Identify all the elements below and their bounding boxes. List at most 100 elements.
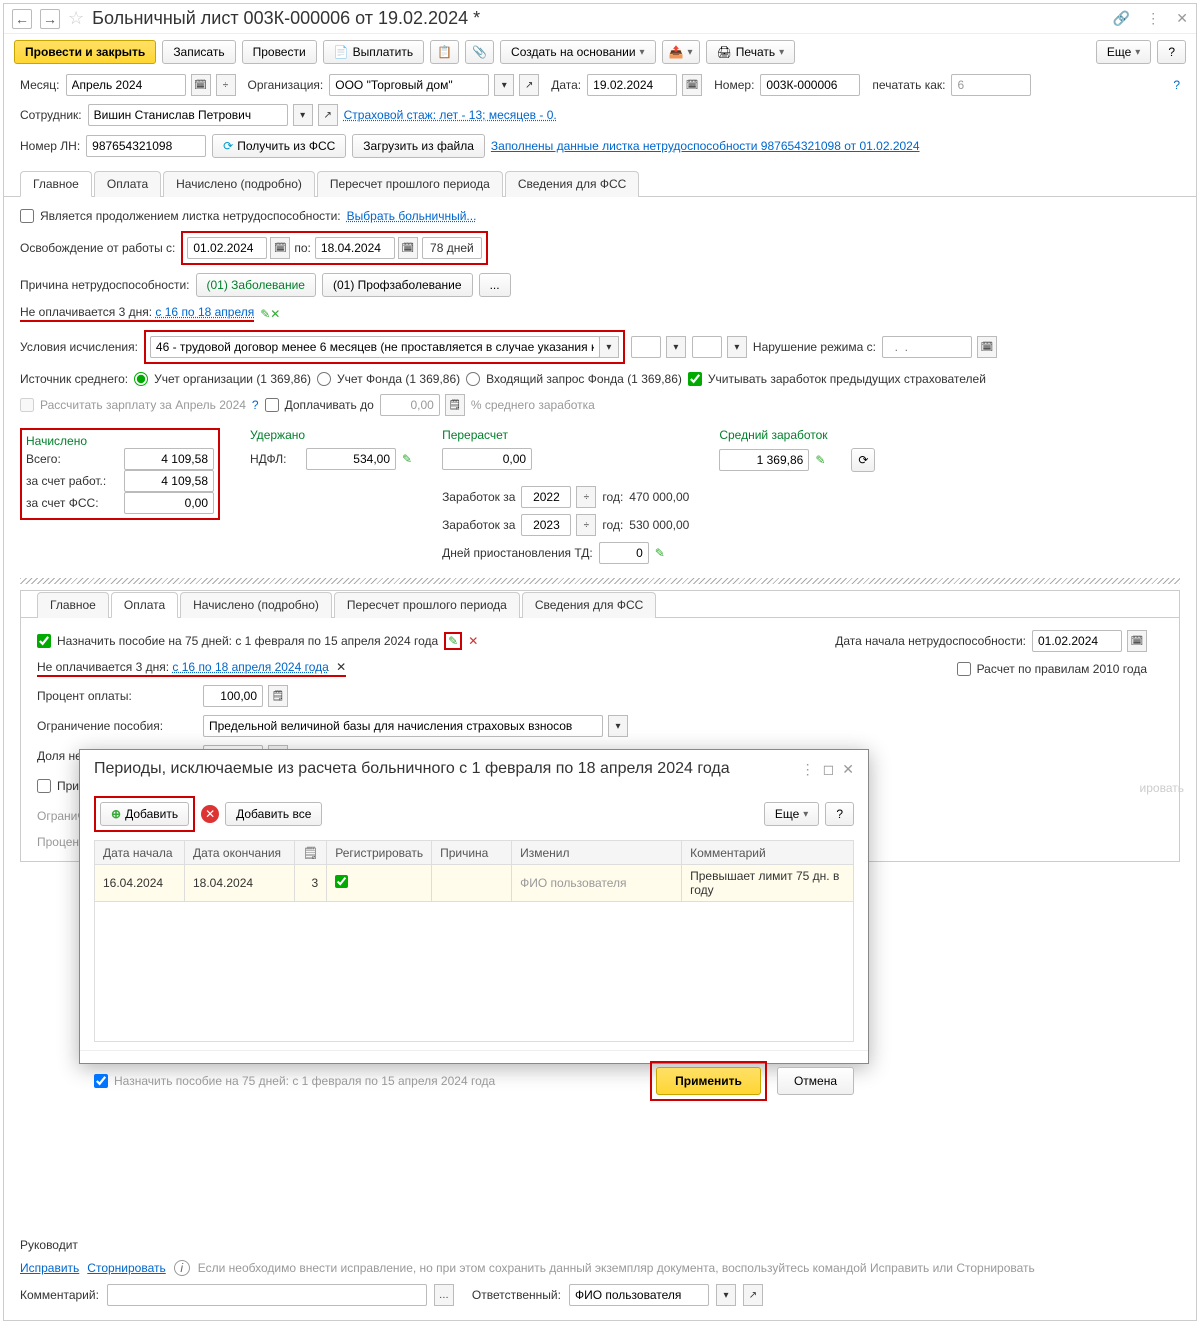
get-fss-button[interactable]: ⟳Получить из ФСС [212,134,346,158]
insurance-link[interactable]: Страховой стаж: лет - 13; месяцев - 0. [344,108,557,122]
not-paid-link[interactable]: с 16 по 18 апреля [155,305,254,319]
link-icon[interactable]: 🔗 [1113,10,1130,27]
post-button[interactable]: Провести [242,40,317,64]
cell-end[interactable]: 18.04.2024 [185,865,295,902]
fss-value[interactable] [124,492,214,514]
select-sick-link[interactable]: Выбрать больничный... [347,209,477,223]
month-input[interactable] [66,74,186,96]
pct-input[interactable] [203,685,263,707]
cell-days[interactable]: 3 [295,865,327,902]
save-button[interactable]: Записать [162,40,235,64]
employer-value[interactable] [124,470,214,492]
table-row[interactable]: 16.04.2024 18.04.2024 3 ФИО пользователя… [95,865,854,902]
start-calendar-icon[interactable]: 🗓 [1127,630,1147,652]
topup-calc-icon[interactable]: 🗒 [445,394,465,416]
show-icon[interactable]: 📋 [430,40,459,64]
org-open-icon[interactable]: ↗ [519,74,539,96]
assign-clear-icon[interactable]: ✕ [468,634,478,648]
tab2-main[interactable]: Главное [37,592,109,618]
rules2010-chk[interactable]: Расчет по правилам 2010 года [957,662,1147,676]
kebab-icon[interactable]: ⋮ [1146,10,1160,27]
release-from-input[interactable] [187,237,267,259]
more-button[interactable]: Еще [1096,40,1151,64]
recalc-help-icon[interactable]: ? [252,398,259,412]
export-button[interactable]: 📤 [662,40,700,64]
avg-edit-icon[interactable]: ✎ [815,453,825,467]
dialog-add-button[interactable]: ⊕Добавить [100,802,189,826]
ndfl-edit-icon[interactable]: ✎ [402,452,412,466]
num-input[interactable] [760,74,860,96]
tab2-accrued[interactable]: Начислено (подробно) [180,592,332,618]
tab2-recalc[interactable]: Пересчет прошлого периода [334,592,520,618]
radio-incoming[interactable]: Входящий запрос Фонда (1 369,86) [466,372,682,386]
attach-icon[interactable]: 📎 [465,40,494,64]
continuation-checkbox[interactable]: Является продолжением листка нетрудоспос… [20,209,341,223]
cancel-doc-link[interactable]: Сторнировать [87,1261,165,1275]
org-input[interactable] [329,74,489,96]
favorite-icon[interactable]: ☆ [68,8,84,29]
tab-fss-info[interactable]: Сведения для ФСС [505,171,639,197]
month-stepper-icon[interactable]: ÷ [216,74,236,96]
violation-calendar-icon[interactable]: 🗓 [977,336,997,358]
reason1-button[interactable]: (01) Заболевание [196,273,316,297]
resp-open-icon[interactable]: ↗ [743,1284,763,1306]
total-value[interactable] [124,448,214,470]
extra1-dd[interactable]: ▾ [666,336,686,358]
tab2-fss[interactable]: Сведения для ФСС [522,592,656,618]
back-button[interactable]: ← [12,9,32,29]
dialog-more-button[interactable]: Еще [764,802,819,826]
dialog-apply-button[interactable]: Применить [656,1067,761,1095]
dialog-kebab-icon[interactable]: ⋮ [801,761,815,778]
to-calendar-icon[interactable]: 🗓 [398,237,418,259]
col-comment[interactable]: Комментарий [682,841,854,865]
assign-chk[interactable]: Назначить пособие на 75 дней: с 1 феврал… [37,634,438,648]
resp-dd-icon[interactable]: ▾ [716,1284,736,1306]
tab-accrued-detail[interactable]: Начислено (подробно) [163,171,315,197]
limit-dd-icon[interactable]: ▾ [608,715,628,737]
tab-main[interactable]: Главное [20,171,92,197]
radio-fund[interactable]: Учет Фонда (1 369,86) [317,372,460,386]
help-q-icon[interactable]: ? [1173,78,1180,92]
dialog-close-icon[interactable]: ✕ [842,761,854,778]
tab-recalc-prev[interactable]: Пересчет прошлого периода [317,171,503,197]
resp-input[interactable] [569,1284,709,1306]
susp-input[interactable] [599,542,649,564]
forward-button[interactable]: → [40,9,60,29]
pay-notpaid-link[interactable]: с 16 по 18 апреля 2024 года [172,660,328,674]
chk-topup[interactable]: Доплачивать до [265,398,374,412]
employee-input[interactable] [88,104,288,126]
fix-link[interactable]: Исправить [20,1261,79,1275]
tab-payment[interactable]: Оплата [94,171,161,197]
reason2-button[interactable]: (01) Профзаболевание [322,273,473,297]
post-close-button[interactable]: Провести и закрыть [14,40,156,64]
year1-stepper[interactable]: ÷ [576,486,596,508]
emp-dd-icon[interactable]: ▾ [293,104,313,126]
data-filled-link[interactable]: Заполнены данные листка нетрудоспособнос… [491,139,920,153]
printas-input[interactable] [951,74,1031,96]
radio-org[interactable]: Учет организации (1 369,86) [134,372,311,386]
col-days[interactable]: 🗒 [295,841,327,865]
assign-edit-icon[interactable]: ✎ [444,632,462,650]
col-editor[interactable]: Изменил [512,841,682,865]
date-calendar-icon[interactable]: 🗓 [682,74,702,96]
year2-input[interactable] [521,514,571,536]
pay-notpaid-close-icon[interactable]: ✕ [336,660,346,674]
extra1-input[interactable] [631,336,661,358]
tab2-payment[interactable]: Оплата [111,592,178,618]
print-button[interactable]: 🖨Печать [706,40,796,64]
comment-input[interactable] [107,1284,427,1306]
limit-input[interactable] [203,715,603,737]
ln-input[interactable] [86,135,206,157]
emp-open-icon[interactable]: ↗ [318,104,338,126]
pay-button[interactable]: 📄Выплатить [323,40,424,64]
load-file-button[interactable]: Загрузить из файла [352,134,485,158]
col-end[interactable]: Дата окончания [185,841,295,865]
year1-input[interactable] [521,486,571,508]
org-dd-icon[interactable]: ▾ [494,74,514,96]
calc-cond-input[interactable] [150,336,600,358]
extra2-dd[interactable]: ▾ [727,336,747,358]
dialog-window-icon[interactable]: ◻ [823,761,835,778]
reason-more-button[interactable]: ... [479,273,511,297]
help-button[interactable]: ? [1157,40,1186,64]
edit-notpaid-icon[interactable]: ✎✕ [260,307,280,321]
